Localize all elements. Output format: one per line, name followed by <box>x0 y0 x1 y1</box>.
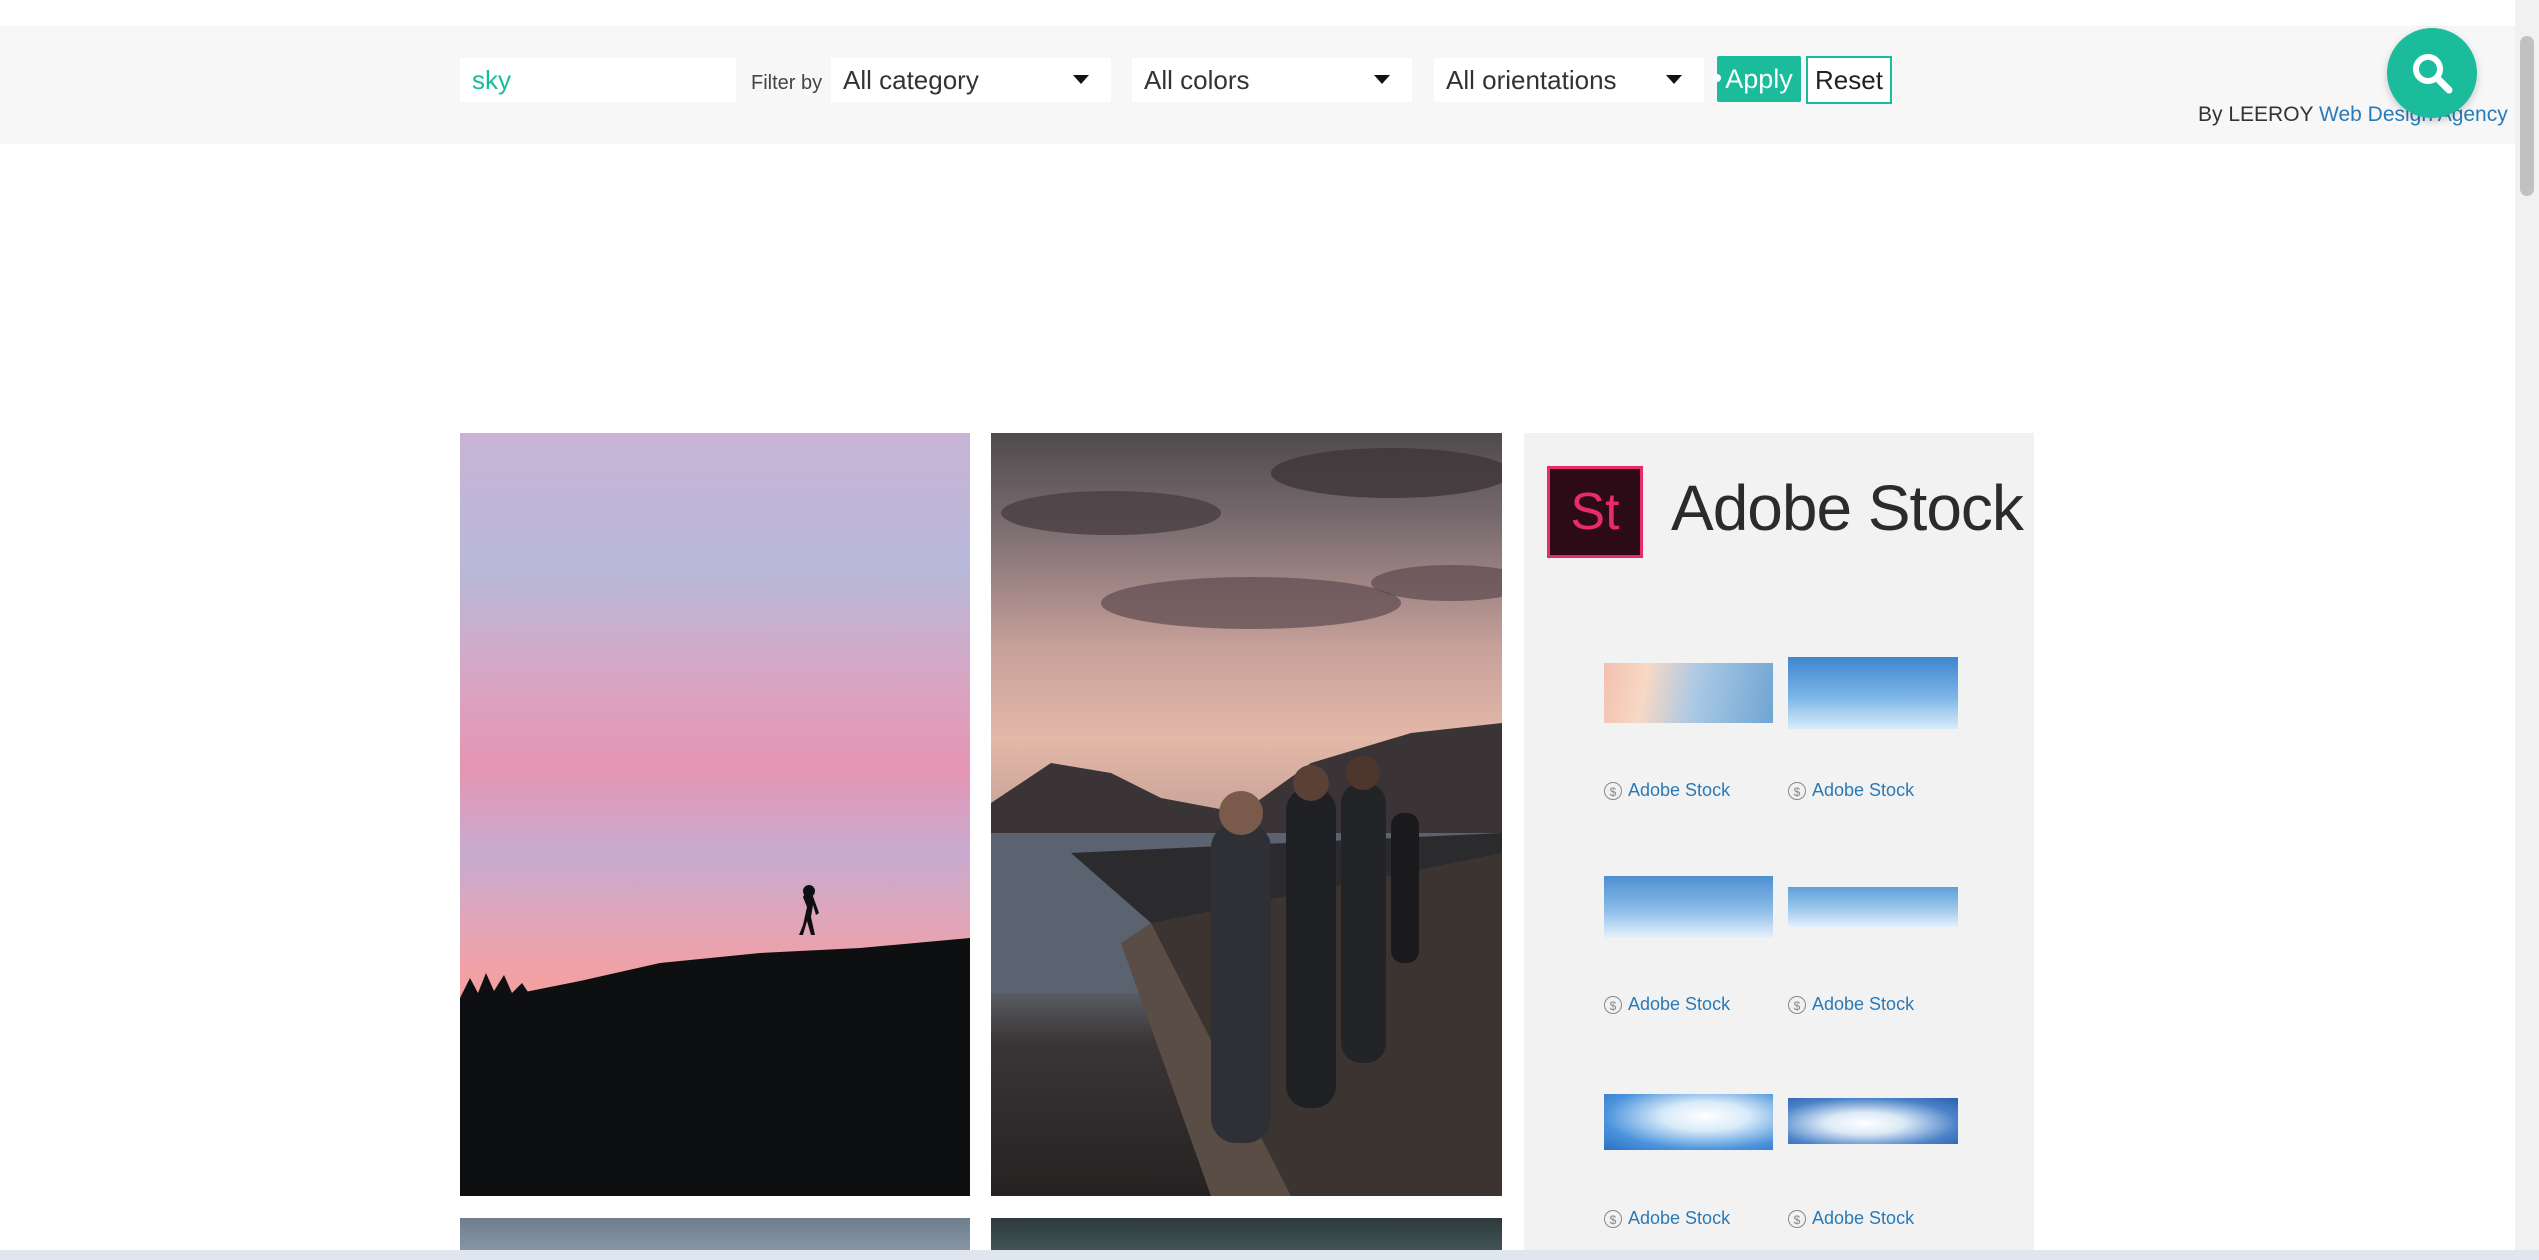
dollar-circle-icon: $ <box>1788 1209 1806 1228</box>
dollar-circle-icon: $ <box>1604 1209 1622 1228</box>
stock-link-3[interactable]: $ Adobe Stock <box>1604 994 1730 1015</box>
colors-select-value: All colors <box>1144 65 1250 95</box>
search-input[interactable]: sky <box>460 58 736 102</box>
stock-thumb-6[interactable] <box>1788 1098 1958 1144</box>
stock-link-label: Adobe Stock <box>1812 780 1915 800</box>
adobe-stock-title: Adobe Stock <box>1671 472 2024 544</box>
dollar-circle-icon: $ <box>1604 781 1622 800</box>
stock-thumb-1[interactable] <box>1604 663 1773 723</box>
stock-thumb-2[interactable] <box>1788 657 1958 729</box>
search-fab-button[interactable] <box>2387 28 2477 118</box>
chevron-down-icon <box>1666 75 1682 84</box>
credit-prefix: By LEEROY <box>2198 103 2314 126</box>
stock-link-5[interactable]: $ Adobe Stock <box>1604 1208 1730 1229</box>
stock-link-1[interactable]: $ Adobe Stock <box>1604 780 1730 801</box>
dollar-circle-icon: $ <box>1788 781 1806 800</box>
category-select[interactable]: All category <box>831 58 1111 102</box>
stock-link-label: Adobe Stock <box>1812 1208 1915 1228</box>
orientations-select[interactable]: All orientations <box>1434 58 1704 102</box>
adobe-stock-logo: St <box>1547 466 1643 558</box>
category-select-value: All category <box>843 65 979 95</box>
chevron-down-icon <box>1374 75 1390 84</box>
pier-scene-svg <box>991 448 1502 1196</box>
stock-link-6[interactable]: $ Adobe Stock <box>1788 1208 1914 1229</box>
orientations-select-value: All orientations <box>1446 65 1617 95</box>
search-icon <box>2413 54 2453 94</box>
stock-thumb-3[interactable] <box>1604 876 1773 938</box>
adobe-stock-panel: St Adobe Stock $ Adobe Stock $ Adobe Sto… <box>1524 433 2034 1260</box>
stock-link-4[interactable]: $ Adobe Stock <box>1788 994 1914 1015</box>
chevron-down-icon <box>1073 75 1089 84</box>
stock-thumb-5[interactable] <box>1604 1094 1773 1150</box>
stock-link-label: Adobe Stock <box>1628 994 1731 1014</box>
silhouette-svg <box>460 885 970 1196</box>
page-scrollbar[interactable] <box>2515 0 2539 1250</box>
stock-link-label: Adobe Stock <box>1628 1208 1731 1228</box>
filter-label: Filter by <box>751 72 823 94</box>
stock-link-label: Adobe Stock <box>1812 994 1915 1014</box>
sunset-hill-photo[interactable] <box>460 433 970 1196</box>
reset-button[interactable]: Reset <box>1806 56 1892 104</box>
dollar-circle-icon: $ <box>1788 995 1806 1014</box>
window-bottom-edge <box>0 1250 2539 1260</box>
stock-thumb-4[interactable] <box>1788 887 1958 927</box>
scrollbar-thumb[interactable] <box>2520 36 2534 196</box>
stock-link-2[interactable]: $ Adobe Stock <box>1788 780 1914 801</box>
stock-link-label: Adobe Stock <box>1628 780 1731 800</box>
pier-people-photo[interactable] <box>991 433 1502 1196</box>
colors-select[interactable]: All colors <box>1132 58 1412 102</box>
apply-button[interactable]: Apply <box>1713 56 1801 102</box>
dollar-circle-icon: $ <box>1604 995 1622 1014</box>
